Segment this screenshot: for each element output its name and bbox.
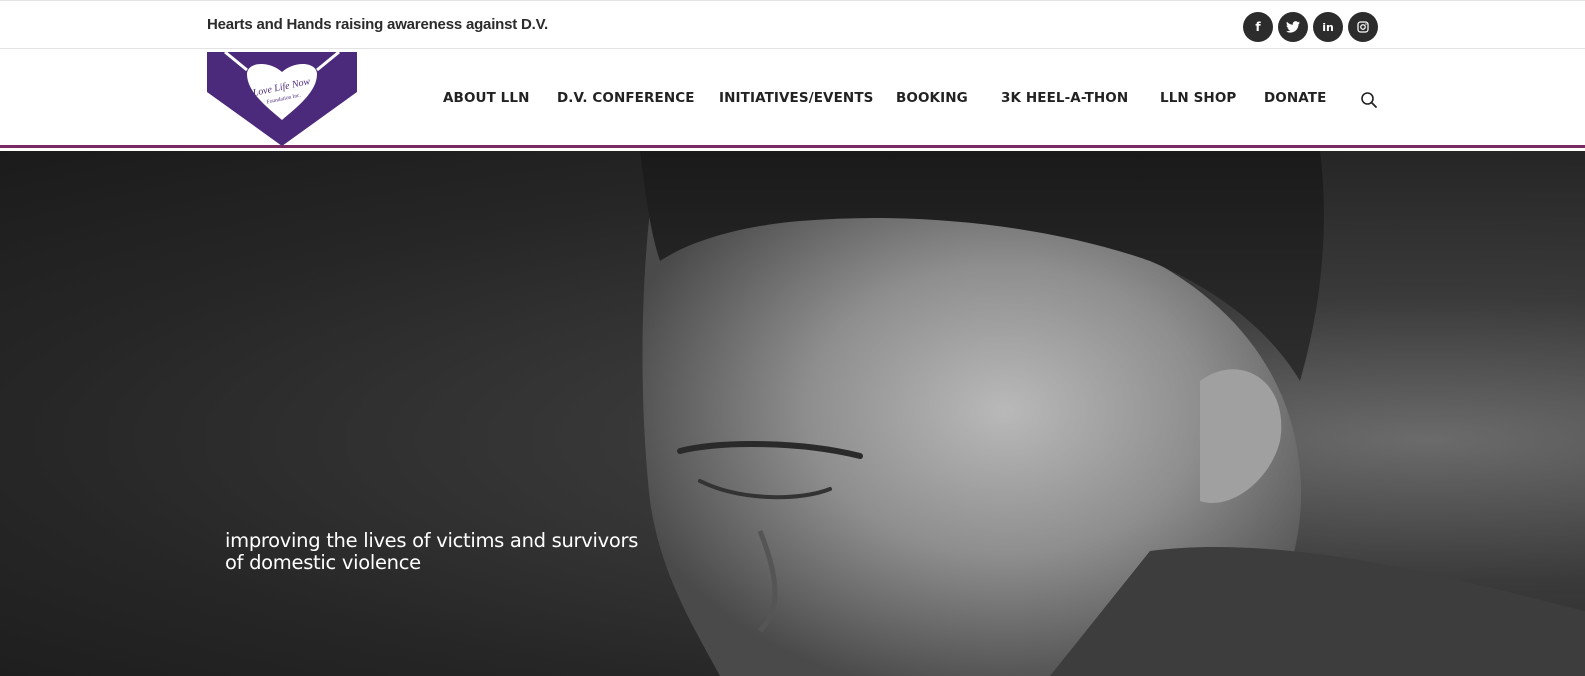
- hero-banner: [0, 151, 1585, 676]
- facebook-icon[interactable]: f: [1243, 12, 1273, 42]
- hero-tagline: improving the lives of victims and survi…: [225, 530, 665, 574]
- site-logo[interactable]: Love Life Now Foundation Inc.: [207, 50, 357, 146]
- nav-booking[interactable]: BOOKING: [896, 90, 968, 106]
- nav-dv-conference[interactable]: D.V. CONFERENCE: [557, 90, 695, 106]
- nav-initiatives-events[interactable]: INITIATIVES/EVENTS: [719, 90, 873, 106]
- tagline: Hearts and Hands raising awareness again…: [207, 16, 549, 33]
- hero-photo: [640, 151, 1585, 676]
- nav-about-lln[interactable]: ABOUT LLN: [443, 90, 530, 106]
- hero-tagline-line1: improving the lives of victims and survi…: [225, 529, 639, 552]
- top-bar: Hearts and Hands raising awareness again…: [0, 0, 1585, 49]
- search-icon[interactable]: [1360, 91, 1378, 109]
- nav-3k-heel-a-thon[interactable]: 3K HEEL-A-THON: [1001, 90, 1128, 106]
- instagram-icon[interactable]: [1348, 12, 1378, 42]
- hero-tagline-line2: of domestic violence: [225, 551, 421, 574]
- nav-donate[interactable]: DONATE: [1264, 90, 1326, 106]
- linkedin-icon[interactable]: in: [1313, 12, 1343, 42]
- twitter-icon[interactable]: [1278, 12, 1308, 42]
- nav-lln-shop[interactable]: LLN SHOP: [1160, 90, 1236, 106]
